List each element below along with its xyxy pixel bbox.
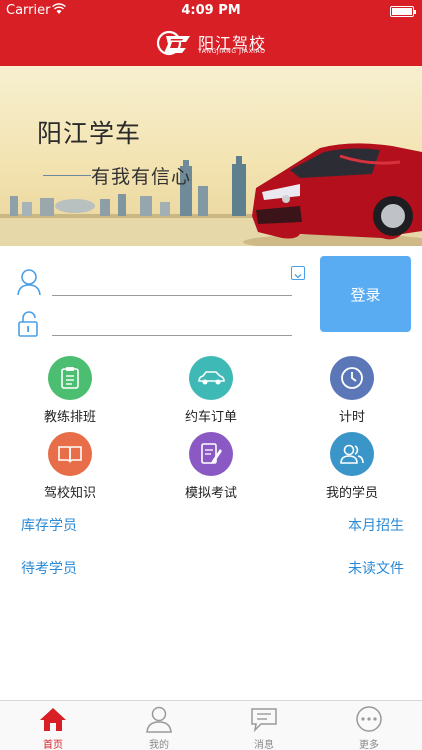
feature-grid: 教练排班 约车订单 计时 驾校知识 模拟考试 我的学员	[0, 350, 422, 501]
grid-item-timing[interactable]: 计时	[297, 352, 407, 425]
banner-divider	[43, 175, 91, 176]
grid-item-school-knowledge[interactable]: 驾校知识	[15, 428, 125, 501]
tab-label: 更多	[359, 740, 379, 750]
header: Carrier 4:09 PM 阳江驾校 YANGJIANG JIAXIAO	[0, 0, 422, 66]
promo-banner[interactable]: 阳江学车 有我有信心	[0, 66, 422, 246]
grid-label: 教练排班	[43, 410, 96, 425]
password-input[interactable]	[52, 310, 292, 336]
clipboard-icon	[48, 356, 92, 400]
tab-home[interactable]: 首页	[0, 701, 106, 750]
clock-time: 4:09 PM	[181, 3, 241, 18]
link-pending-exam-students[interactable]: 待考学员	[21, 558, 77, 578]
link-stock-students[interactable]: 库存学员	[21, 515, 77, 535]
quick-links: 库存学员 本月招生 待考学员 未读文件	[0, 508, 422, 598]
exam-icon	[189, 432, 233, 476]
home-icon	[40, 708, 66, 731]
grid-item-mock-exam[interactable]: 模拟考试	[156, 428, 266, 501]
grid-item-my-students[interactable]: 我的学员	[297, 428, 407, 501]
banner-slogan: 有我有信心	[91, 166, 192, 188]
grid-item-coach-schedule[interactable]: 教练排班	[15, 352, 125, 425]
banner-headline: 阳江学车	[37, 119, 142, 148]
grid-item-booking-orders[interactable]: 约车订单	[156, 352, 266, 425]
battery-icon	[390, 6, 416, 17]
link-monthly-enrollment[interactable]: 本月招生	[348, 515, 404, 535]
tab-more[interactable]: 更多	[316, 701, 422, 750]
tab-label: 我的	[149, 740, 169, 750]
login-button[interactable]: 登录	[320, 256, 411, 332]
app-screen: Carrier 4:09 PM 阳江驾校 YANGJIANG JIAXIAO 阳…	[0, 0, 422, 750]
car-icon	[189, 356, 233, 400]
logo-emblem-icon	[156, 30, 190, 56]
grid-label: 驾校知识	[43, 486, 96, 501]
lock-icon	[18, 311, 38, 337]
clock-icon	[330, 356, 374, 400]
login-form: 登录	[0, 246, 422, 346]
tab-bar: 首页 我的 消息 更多	[0, 700, 422, 750]
account-dropdown-icon[interactable]	[291, 266, 305, 280]
school-logo: 阳江驾校 YANGJIANG JIAXIAO	[156, 28, 268, 58]
logo-subtitle: YANGJIANG JIAXIAO	[198, 48, 266, 55]
tab-label: 消息	[254, 740, 274, 750]
status-bar: Carrier 4:09 PM	[0, 0, 422, 22]
book-icon	[48, 432, 92, 476]
grid-label: 约车订单	[184, 410, 237, 425]
link-unread-files[interactable]: 未读文件	[348, 558, 404, 578]
red-car-illustration	[243, 143, 422, 246]
username-input[interactable]	[52, 270, 292, 296]
person-icon	[146, 706, 172, 733]
students-icon	[330, 432, 374, 476]
more-icon	[356, 706, 382, 732]
grid-label: 模拟考试	[184, 486, 237, 501]
grid-label: 计时	[338, 410, 365, 425]
grid-label: 我的学员	[325, 486, 378, 501]
tab-messages[interactable]: 消息	[211, 701, 317, 750]
tab-label: 首页	[43, 740, 63, 750]
tab-mine[interactable]: 我的	[106, 701, 212, 750]
user-icon	[17, 269, 41, 296]
message-icon	[251, 708, 277, 733]
